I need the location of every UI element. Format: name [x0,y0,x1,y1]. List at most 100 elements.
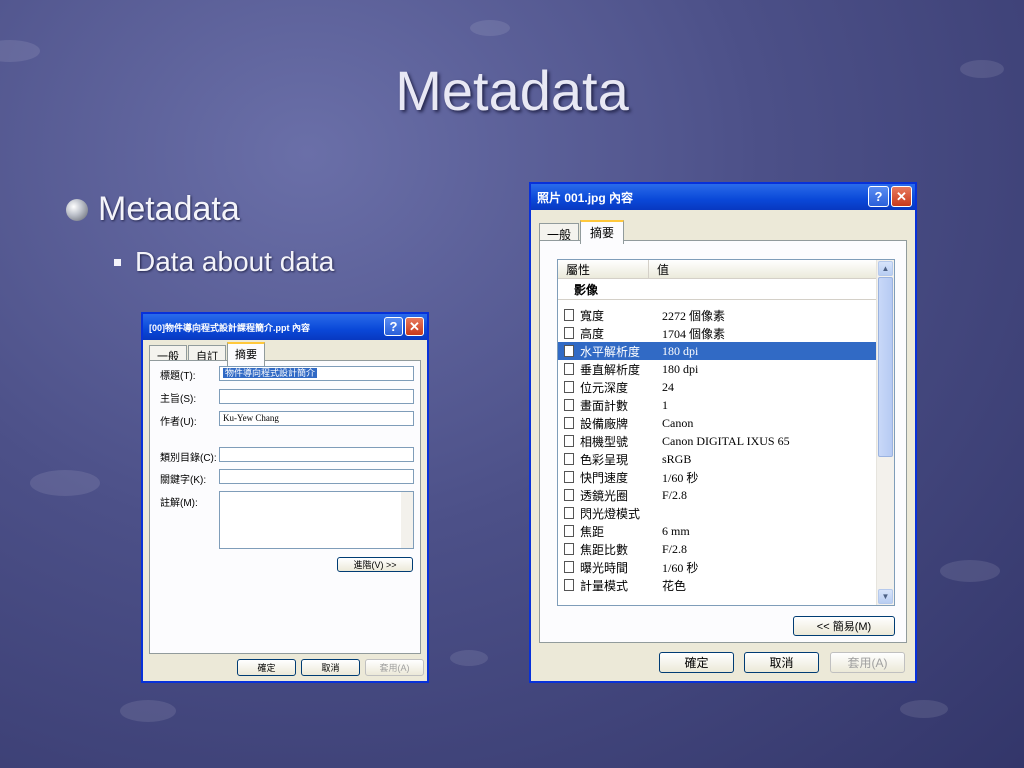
cancel-button[interactable]: 取消 [301,659,360,676]
keywords-label: 關鍵字(K): [160,475,207,486]
property-value: 1704 個像素 [662,326,726,341]
property-row[interactable]: 閃光燈模式 [558,504,894,522]
column-property[interactable]: 屬性 [558,260,649,278]
apply-button[interactable]: 套用(A) [365,659,424,676]
property-value: 24 [662,379,674,394]
scroll-thumb[interactable] [878,277,893,457]
property-value: 2272 個像素 [662,308,726,323]
property-row[interactable]: 位元深度 24 [558,378,894,396]
property-name: 色彩呈現 [580,452,629,467]
help-icon[interactable]: ? [868,186,889,207]
close-icon[interactable]: ✕ [891,186,912,207]
document-icon [564,561,574,573]
ok-button[interactable]: 確定 [237,659,296,676]
property-name: 設備廠牌 [580,416,629,431]
property-value: F/2.8 [662,541,688,556]
document-icon [564,489,574,501]
close-icon[interactable]: ✕ [405,317,424,336]
document-icon [564,309,574,321]
property-value: Canon DIGITAL IXUS 65 [662,433,790,448]
property-row[interactable]: 寬度 2272 個像素 [558,306,894,324]
property-row[interactable]: 畫面計數 1 [558,396,894,414]
property-value: 180 dpi [662,361,699,376]
dialog-title: 照片 001.jpg 內容 [537,190,634,205]
tab-summary[interactable]: 摘要 [227,342,265,366]
document-icon [564,327,574,339]
slide-title: Metadata [395,59,629,122]
property-value: 1/60 秒 [662,470,699,485]
property-value: 1/60 秒 [662,560,699,575]
property-list[interactable]: 屬性 值 影像 寬度 2272 個像素 高度 1704 個像素 水平解析度 180 dpi… [557,259,895,606]
document-icon [564,579,574,591]
photo-properties-dialog: 照片 001.jpg 內容 ? ✕ 一般 摘要 屬性 值 影像 寬度 2272 個… [529,182,917,683]
comments-field[interactable] [219,491,414,549]
background-dot [940,560,1000,582]
background-dot [900,700,948,718]
property-row[interactable]: 高度 1704 個像素 [558,324,894,342]
property-row[interactable]: 透鏡光圈 F/2.8 [558,486,894,504]
column-value[interactable]: 值 [649,260,894,278]
property-name: 相機型號 [580,434,629,449]
property-name: 水平解析度 [580,344,641,359]
background-dot [30,470,100,496]
property-name: 曝光時間 [580,560,629,575]
simple-button[interactable]: << 簡易(M) [793,616,895,636]
title-value: 物件導向程式設計簡介 [223,368,318,378]
property-name: 透鏡光圈 [580,488,629,503]
apply-button[interactable]: 套用(A) [830,652,905,673]
property-row[interactable]: 垂直解析度 180 dpi [558,360,894,378]
document-icon [564,345,574,357]
background-dot [120,700,176,722]
property-row[interactable]: 色彩呈現 sRGB [558,450,894,468]
subject-field[interactable] [219,389,414,404]
advanced-button[interactable]: 進階(V) >> [337,557,413,572]
author-field[interactable]: Ku-Yew Chang [219,411,414,426]
property-name: 畫面計數 [580,398,629,413]
category-label: 類別目錄(C): [160,453,217,464]
title-label: 標題(T): [160,371,196,382]
document-icon [564,363,574,375]
document-icon [564,543,574,555]
property-row[interactable]: 計量模式 花色 [558,576,894,594]
comments-scrollbar[interactable] [401,492,413,548]
help-icon[interactable]: ? [384,317,403,336]
list-scrollbar[interactable]: ▲ ▼ [876,260,894,605]
category-field[interactable] [219,447,414,462]
property-row[interactable]: 曝光時間 1/60 秒 [558,558,894,576]
property-row[interactable]: 相機型號 Canon DIGITAL IXUS 65 [558,432,894,450]
document-icon [564,381,574,393]
property-row[interactable]: 焦距 6 mm [558,522,894,540]
title-bar[interactable]: [00]物件導向程式設計課程簡介.ppt 內容 ? ✕ [143,314,427,340]
ppt-properties-dialog: [00]物件導向程式設計課程簡介.ppt 內容 ? ✕ 一般 自訂 摘要 標題(… [141,312,429,683]
tab-summary[interactable]: 摘要 [580,220,625,244]
property-row[interactable]: 焦距比數 F/2.8 [558,540,894,558]
bullet-level-2: Data about data [114,246,334,278]
property-value: sRGB [662,451,692,466]
background-dot [450,650,488,666]
property-name: 垂直解析度 [580,362,641,377]
bullet-level-1-text: Metadata [98,190,240,228]
title-bar[interactable]: 照片 001.jpg 內容 ? ✕ [531,184,915,210]
property-name: 寬度 [580,308,605,323]
property-value: 1 [662,397,668,412]
bullet-ball-icon [66,198,88,221]
bullet-level-2-text: Data about data [135,246,335,277]
keywords-field[interactable] [219,469,414,484]
ok-button[interactable]: 確定 [659,652,734,673]
dialog-title: [00]物件導向程式設計課程簡介.ppt 內容 [149,322,310,333]
document-icon [564,453,574,465]
scroll-down-icon[interactable]: ▼ [878,589,893,604]
author-label: 作者(U): [160,417,197,428]
title-field[interactable]: 物件導向程式設計簡介 [219,366,414,381]
property-name: 計量模式 [580,578,629,593]
comments-label: 註解(M): [160,498,198,509]
property-value: F/2.8 [662,487,688,502]
property-row[interactable]: 快門速度 1/60 秒 [558,468,894,486]
scroll-up-icon[interactable]: ▲ [878,261,893,276]
property-value: 180 dpi [662,343,699,358]
property-name: 高度 [580,326,605,341]
property-row[interactable]: 水平解析度 180 dpi [558,342,894,360]
cancel-button[interactable]: 取消 [744,652,819,673]
property-name: 焦距比數 [580,542,629,557]
property-row[interactable]: 設備廠牌 Canon [558,414,894,432]
